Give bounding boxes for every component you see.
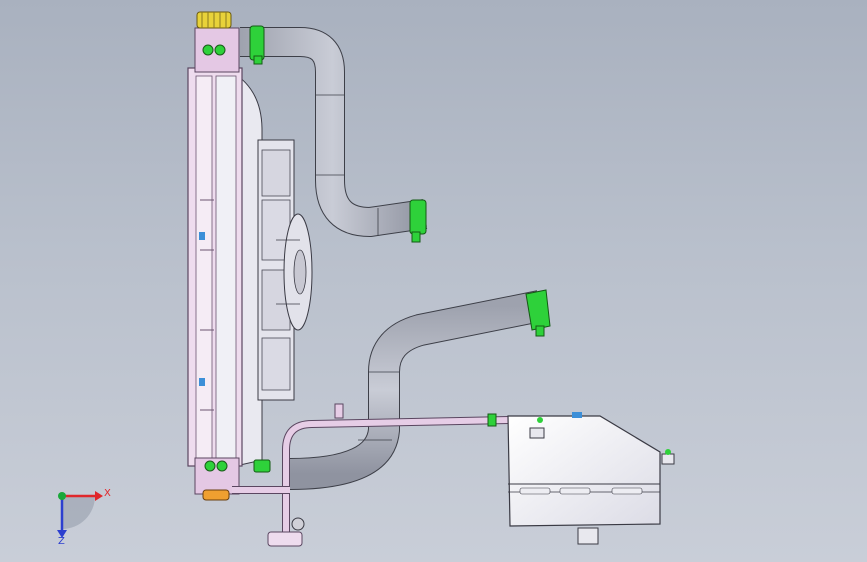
y-axis-dot-icon <box>58 492 66 500</box>
upper-hose-clamp-radiator[interactable] <box>249 25 265 65</box>
expansion-tank[interactable] <box>507 412 675 545</box>
cad-viewport[interactable]: X Z <box>0 0 867 562</box>
lower-hose-clamp-radiator[interactable] <box>253 459 271 473</box>
z-axis-label: Z <box>58 536 65 547</box>
cooling-system-assembly-model[interactable] <box>0 0 867 562</box>
radiator[interactable] <box>187 27 243 495</box>
lower-radiator-hose[interactable] <box>289 290 544 490</box>
x-axis-label: X <box>104 488 111 499</box>
radiator-cap[interactable] <box>196 11 232 29</box>
upper-hose-clamp-engine[interactable] <box>409 199 427 243</box>
lower-hose-clamp-engine[interactable] <box>525 289 551 337</box>
coordinate-triad[interactable] <box>57 491 103 538</box>
